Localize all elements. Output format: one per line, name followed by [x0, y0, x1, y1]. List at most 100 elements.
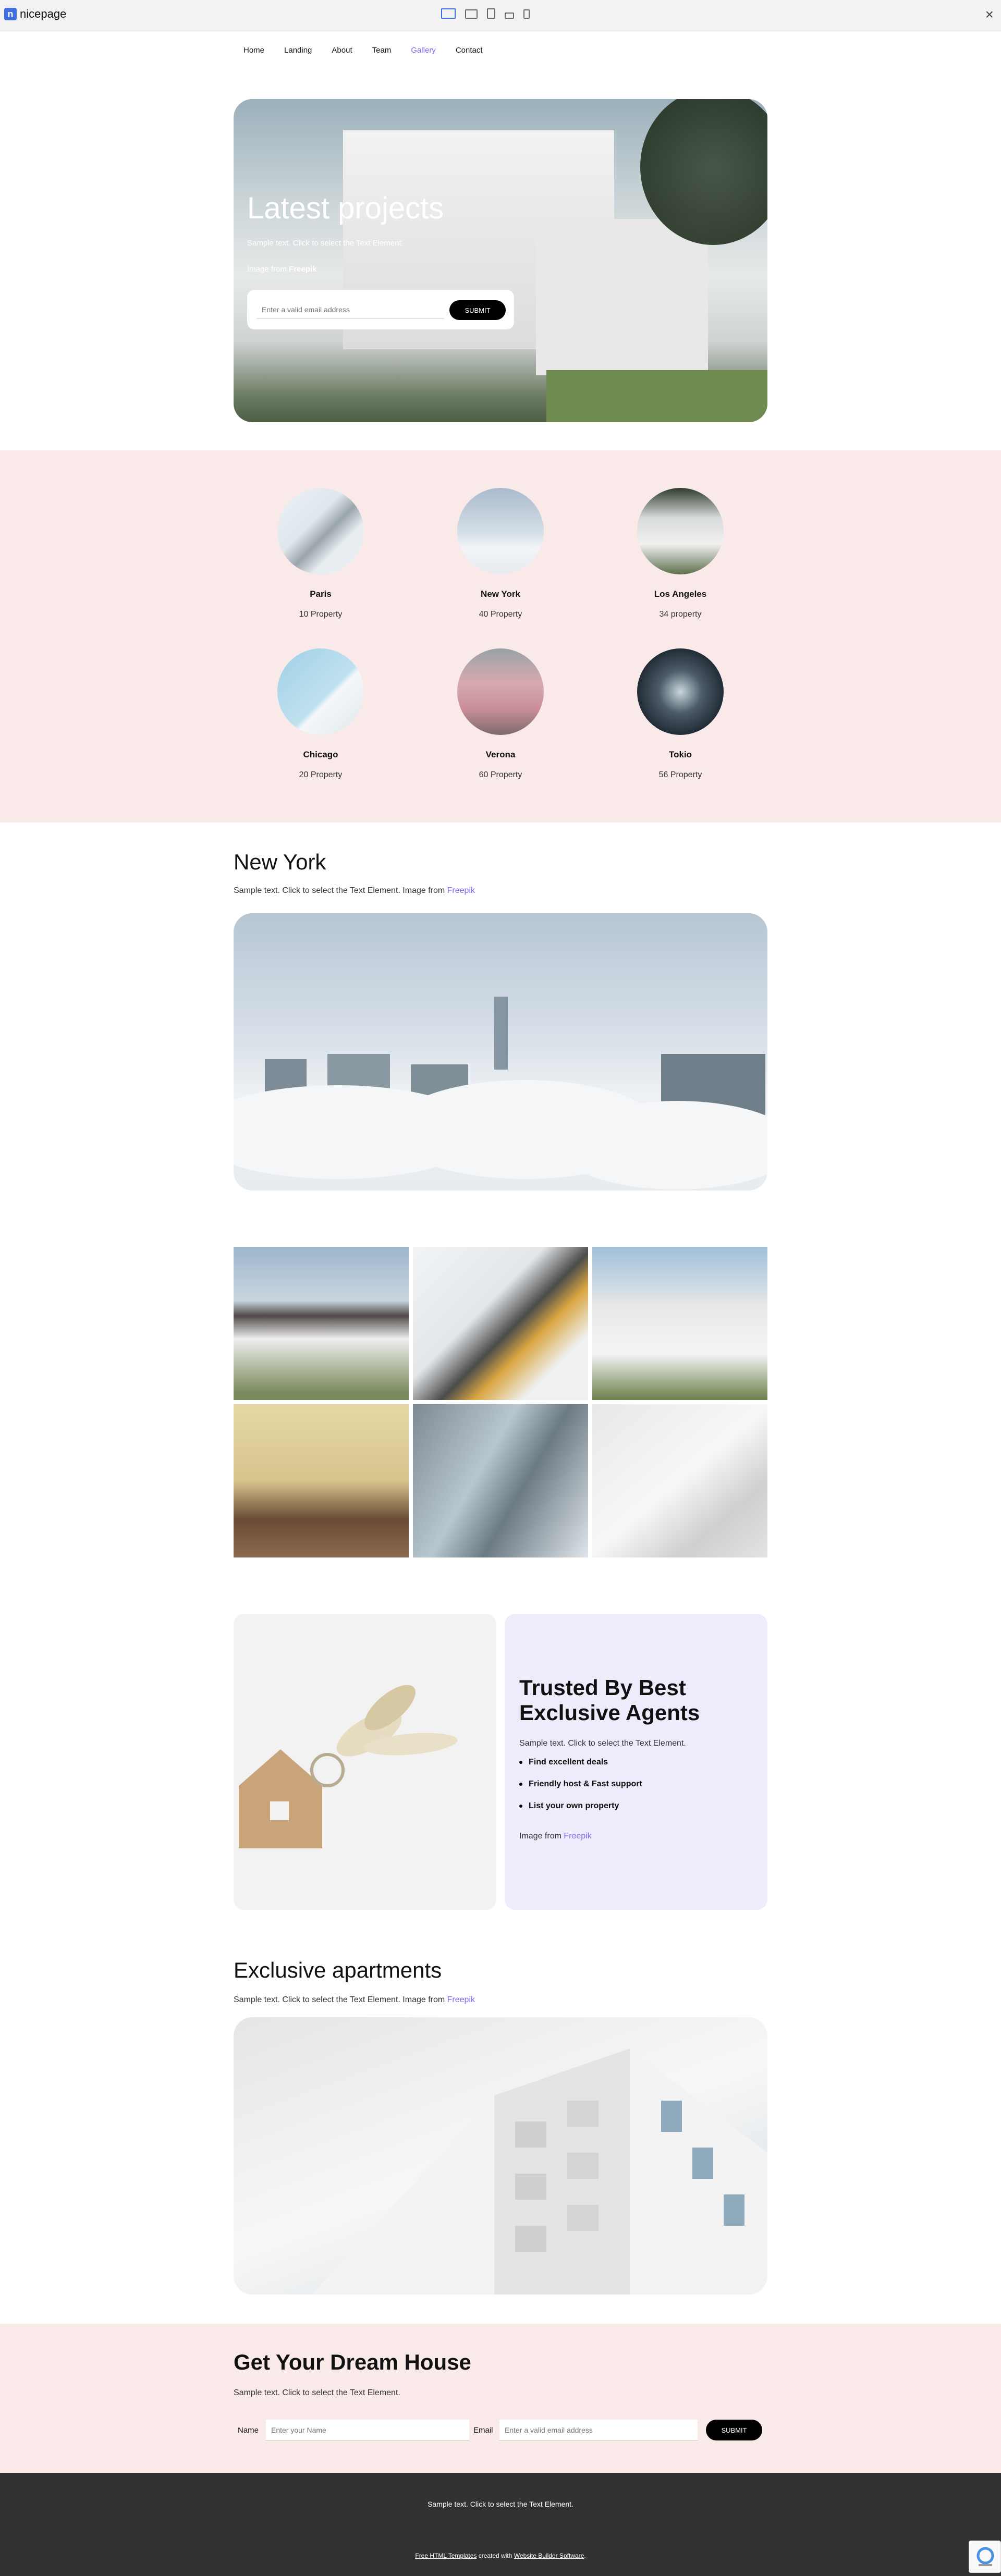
name-field[interactable]	[266, 2420, 469, 2440]
gallery-image-towers[interactable]	[413, 1404, 588, 1557]
dream-house-section: Get Your Dream House Sample text. Click …	[0, 2324, 1001, 2473]
credit-end: .	[584, 2552, 586, 2559]
close-icon[interactable]: ×	[985, 6, 994, 23]
nicepage-logo-icon: n	[4, 8, 17, 20]
exclusive-title: Exclusive apartments	[234, 1958, 442, 1982]
nav-team[interactable]: Team	[362, 46, 401, 55]
submit-button[interactable]: SUBMIT	[706, 2420, 762, 2440]
free-html-templates-link[interactable]: Free HTML Templates	[415, 2552, 477, 2559]
exclusive-text-body: Sample text. Click to select the Text El…	[234, 1995, 447, 2004]
credit-prefix: Image from	[247, 265, 289, 274]
website-builder-link[interactable]: Website Builder Software	[514, 2552, 584, 2559]
gallery-image-white-building[interactable]	[592, 1404, 767, 1557]
city-name: Chicago	[303, 750, 338, 759]
city-count: 20 Property	[299, 770, 343, 779]
email-field[interactable]	[499, 2420, 698, 2440]
hero-house-wing	[536, 219, 708, 375]
skyline-tower	[494, 997, 508, 1070]
nav-landing[interactable]: Landing	[274, 46, 322, 55]
email-label: Email	[473, 2426, 493, 2435]
hero-lawn	[546, 370, 767, 422]
los-angeles-image	[637, 488, 724, 574]
contact-form: Name Email SUBMIT	[234, 2418, 767, 2444]
city-name: Verona	[485, 750, 516, 759]
keys-image-card	[234, 1614, 496, 1910]
brand-name: nicepage	[20, 7, 67, 20]
freepik-link[interactable]: Freepik	[447, 1995, 475, 2004]
hero-subscribe-form: SUBMIT	[247, 290, 514, 329]
agents-title: Trusted By Best Exclusive Agents	[519, 1675, 700, 1725]
dream-text: Sample text. Click to select the Text El…	[234, 2388, 400, 2397]
new-york-image	[457, 488, 544, 574]
tokio-image	[637, 648, 724, 735]
city-count: 34 property	[659, 610, 702, 619]
apartment-building-image	[234, 2017, 767, 2295]
recaptcha-icon	[976, 2547, 994, 2566]
city-count: 10 Property	[299, 610, 343, 619]
chicago-image	[277, 648, 364, 735]
credit-mid: created with	[477, 2552, 514, 2559]
verona-image	[457, 648, 544, 735]
gallery-image-cafe[interactable]	[234, 1404, 409, 1557]
exclusive-text: Sample text. Click to select the Text El…	[234, 1995, 475, 2005]
freepik-link[interactable]: Freepik	[564, 1832, 591, 1841]
house-keys-image	[239, 1685, 458, 1848]
paris-image	[277, 488, 364, 574]
cities-section: Paris 10 Property New York 40 Property L…	[0, 450, 1001, 823]
freepik-link[interactable]: Freepik	[447, 886, 475, 895]
agents-info-card: Trusted By Best Exclusive Agents Sample …	[505, 1614, 767, 1910]
nav-about[interactable]: About	[322, 46, 362, 55]
city-card-los-angeles[interactable]: Los Angeles 34 property	[602, 488, 759, 619]
building-illustration	[312, 2048, 767, 2295]
hero-title: Latest projects	[247, 191, 444, 225]
gallery-image-white-villa[interactable]	[592, 1247, 767, 1400]
recaptcha-badge[interactable]	[969, 2541, 1001, 2573]
footer: Sample text. Click to select the Text El…	[0, 2473, 1001, 2576]
city-card-tokio[interactable]: Tokio 56 Property	[602, 648, 759, 780]
phone-icon[interactable]	[523, 9, 530, 19]
city-count: 40 Property	[479, 610, 522, 619]
city-card-paris[interactable]: Paris 10 Property	[242, 488, 399, 619]
hero-section: Latest projects Sample text. Click to se…	[234, 99, 767, 422]
city-card-verona[interactable]: Verona 60 Property	[422, 648, 579, 780]
submit-button[interactable]: SUBMIT	[449, 300, 506, 320]
email-field[interactable]	[257, 300, 444, 319]
agents-feature-list: Find excellent deals Friendly host & Fas…	[519, 1758, 642, 1823]
laptop-icon[interactable]	[465, 9, 478, 19]
city-name: Los Angeles	[654, 589, 707, 599]
desktop-icon[interactable]	[441, 8, 456, 19]
new-york-text-body: Sample text. Click to select the Text El…	[234, 886, 447, 895]
nav-gallery[interactable]: Gallery	[401, 46, 446, 55]
city-count: 56 Property	[658, 770, 702, 779]
nav-contact[interactable]: Contact	[446, 46, 493, 55]
list-item: Find excellent deals	[519, 1758, 642, 1767]
new-york-title: New York	[234, 850, 326, 874]
hero-text: Sample text. Click to select the Text El…	[247, 239, 404, 248]
device-switcher	[441, 8, 530, 19]
credit-prefix: Image from	[519, 1832, 564, 1841]
list-item: List your own property	[519, 1801, 642, 1811]
city-card-chicago[interactable]: Chicago 20 Property	[242, 648, 399, 780]
freepik-link[interactable]: Freepik	[289, 265, 316, 274]
agents-image-credit: Image from Freepik	[519, 1832, 592, 1841]
city-name: Paris	[310, 589, 332, 599]
city-card-new-york[interactable]: New York 40 Property	[422, 488, 579, 619]
city-name: New York	[481, 589, 520, 599]
nav-home[interactable]: Home	[234, 46, 274, 55]
gallery-image-balconies[interactable]	[413, 1247, 588, 1400]
list-item: Friendly host & Fast support	[519, 1780, 642, 1789]
brand[interactable]: n nicepage	[4, 7, 66, 21]
dream-title: Get Your Dream House	[234, 2350, 471, 2374]
new-york-text: Sample text. Click to select the Text El…	[234, 886, 475, 896]
new-york-skyline-image	[234, 913, 767, 1191]
city-name: Tokio	[668, 750, 692, 759]
editor-toolbar: n nicepage ×	[0, 0, 1001, 31]
footer-text: Sample text. Click to select the Text El…	[428, 2500, 573, 2508]
city-count: 60 Property	[479, 770, 522, 779]
tablet-icon[interactable]	[487, 8, 495, 19]
phone-landscape-icon[interactable]	[505, 13, 514, 19]
name-label: Name	[238, 2426, 259, 2435]
hero-image-credit: Image from Freepik	[247, 265, 316, 274]
gallery-image-house[interactable]	[234, 1247, 409, 1400]
agents-section: Trusted By Best Exclusive Agents Sample …	[234, 1614, 767, 1910]
